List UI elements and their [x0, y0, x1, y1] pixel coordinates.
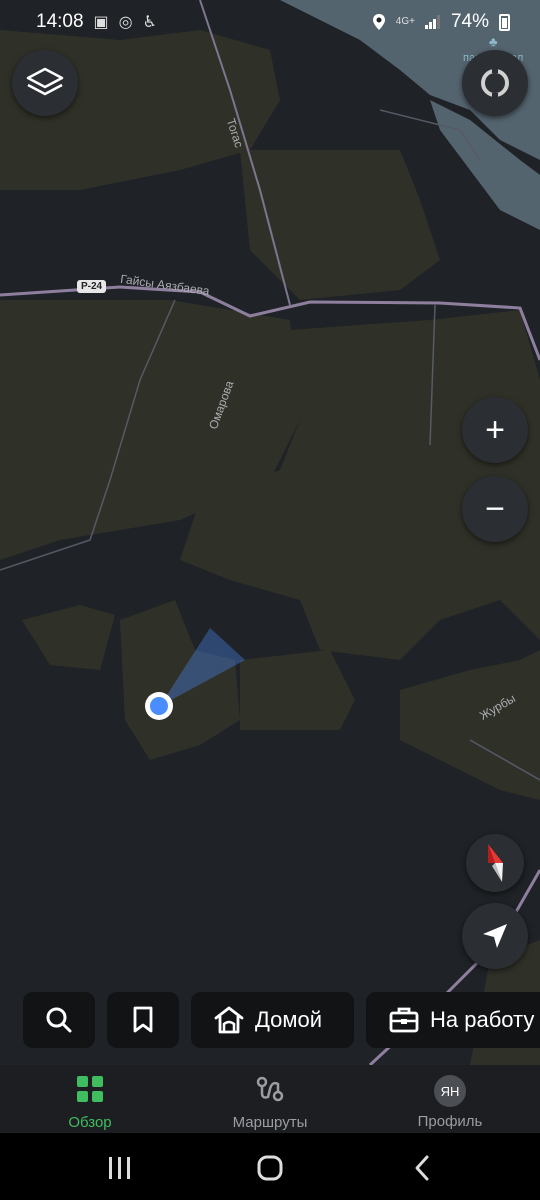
grid-icon: [77, 1076, 103, 1102]
work-button[interactable]: На работу: [366, 992, 540, 1048]
plus-icon: +: [485, 410, 505, 449]
map-view[interactable]: Р-24 Гайсы Аязбаева Тогас Омарова Журбы …: [0, 0, 540, 1065]
quick-actions-bar: Домой На работу: [0, 992, 540, 1048]
navigation-arrow-icon: [483, 924, 507, 948]
recents-icon: [109, 1157, 130, 1179]
signal-icon: [424, 15, 440, 29]
bookmarks-button[interactable]: [107, 992, 179, 1048]
battery-icon: [499, 13, 510, 31]
compass-icon: [488, 844, 503, 882]
avatar: ЯН: [434, 1075, 466, 1107]
home-button[interactable]: Домой: [191, 992, 354, 1048]
rotation-button[interactable]: [462, 50, 528, 116]
layers-button[interactable]: [12, 50, 78, 116]
status-time: 14:08: [36, 11, 84, 32]
system-navigation-bar: [0, 1133, 540, 1200]
nav-routes[interactable]: Маршруты: [200, 1075, 340, 1131]
work-label: На работу: [430, 1007, 535, 1032]
back-button[interactable]: [402, 1153, 442, 1183]
status-bar: 14:08 ▣ ◎ ♿ 4G+ 74%: [0, 0, 540, 44]
search-icon: [46, 1007, 72, 1033]
my-location-button[interactable]: [462, 903, 528, 969]
compass-button[interactable]: [466, 834, 524, 892]
zoom-in-button[interactable]: +: [462, 397, 528, 463]
home-label: Домой: [255, 1007, 323, 1032]
routes-icon: [256, 1076, 284, 1102]
minus-icon: −: [485, 489, 505, 528]
bottom-navigation: Обзор Маршруты ЯН Профиль: [0, 1065, 540, 1133]
back-icon: [415, 1155, 429, 1181]
nav-routes-label: Маршруты: [232, 1114, 308, 1131]
headset-icon: ◎: [118, 14, 133, 31]
recents-button[interactable]: [100, 1153, 140, 1183]
gallery-icon: ▣: [93, 14, 109, 31]
map-canvas: [0, 0, 540, 1065]
road-shield: Р-24: [77, 280, 107, 293]
nav-overview[interactable]: Обзор: [20, 1075, 160, 1131]
home-nav-button[interactable]: [250, 1153, 290, 1183]
rotation-icon: [481, 67, 509, 99]
location-icon: [372, 14, 385, 30]
home-icon: [214, 1006, 244, 1034]
nav-profile[interactable]: ЯН Профиль: [380, 1075, 520, 1130]
zoom-out-button[interactable]: −: [462, 476, 528, 542]
bookmark-icon: [133, 1006, 153, 1033]
briefcase-icon: [389, 1007, 419, 1033]
home-circle-icon: [257, 1155, 283, 1181]
accessibility-icon: ♿: [142, 14, 157, 31]
search-button[interactable]: [23, 992, 95, 1048]
layers-icon: [26, 67, 64, 96]
nav-profile-label: Профиль: [417, 1113, 483, 1130]
nav-overview-label: Обзор: [68, 1114, 112, 1131]
network-type: 4G+: [395, 16, 415, 27]
battery-percent: 74%: [450, 11, 489, 32]
